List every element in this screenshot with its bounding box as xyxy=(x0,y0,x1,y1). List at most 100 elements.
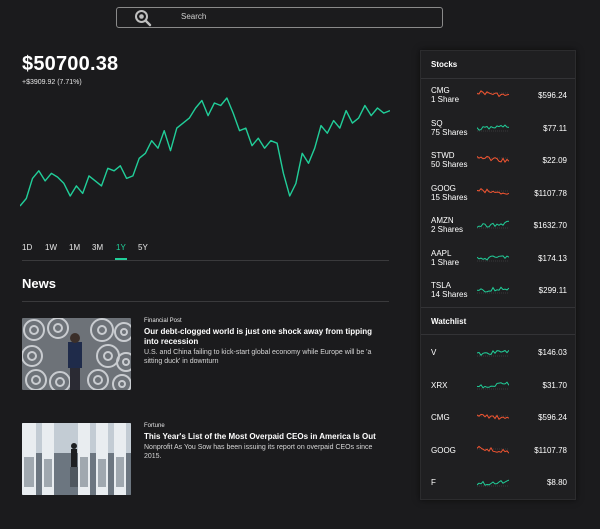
news-summary: U.S. and China failing to kick-start glo… xyxy=(144,349,372,365)
sparkline-chart xyxy=(476,254,510,261)
search-placeholder[interactable]: Search xyxy=(181,12,206,21)
stock-row-tsla[interactable]: TSLA 14 Shares $299.11 xyxy=(421,276,575,306)
watchlist-symbol: GOOG xyxy=(431,445,456,455)
sparkline-chart xyxy=(476,380,510,389)
stock-symbol: SQ xyxy=(431,118,443,128)
search-bar[interactable]: Search xyxy=(116,7,443,28)
stock-price: $77.11 xyxy=(543,123,567,133)
stock-shares: 1 Share xyxy=(431,257,460,267)
stock-symbol: TSLA xyxy=(431,281,452,290)
stock-row-amzn[interactable]: AMZN 2 Shares $1632.70 xyxy=(421,211,575,241)
stock-symbol-shares: AMZN 2 Shares xyxy=(431,216,463,234)
news-thumbnail[interactable] xyxy=(22,423,131,495)
watchlist-row-cmg[interactable]: CMG $596.24 xyxy=(421,403,575,433)
sparkline xyxy=(476,88,510,102)
sparkline-line xyxy=(476,187,510,195)
sparkline xyxy=(476,186,510,200)
sparkline xyxy=(476,283,510,297)
sidebar: Stocks CMG 1 Share $596.24 SQ 75 Shares $77.1… xyxy=(420,50,576,500)
range-tab-3m[interactable]: 3M xyxy=(92,243,103,252)
stock-symbol: AMZN xyxy=(431,216,454,225)
stock-symbol: AAPL xyxy=(431,248,452,258)
news-headline[interactable]: This Year's List of the Most Overpaid CE… xyxy=(144,432,384,442)
news-heading: News xyxy=(22,276,56,291)
sparkline-chart xyxy=(476,413,510,420)
watchlist-price: $596.24 xyxy=(538,413,567,422)
news-source: Financial Post xyxy=(144,318,182,324)
sparkline xyxy=(476,444,510,458)
sparkline-line xyxy=(476,286,510,293)
news-headline[interactable]: Our debt-clogged world is just one shock… xyxy=(144,327,384,347)
sparkline-line xyxy=(476,413,510,420)
sparkline-line xyxy=(476,380,510,388)
news-thumbnail[interactable] xyxy=(22,318,131,390)
range-tab-5y[interactable]: 5Y xyxy=(138,243,148,252)
stock-price: $1107.78 xyxy=(534,188,567,198)
watchlist-row-goog[interactable]: GOOG $1107.78 xyxy=(421,436,575,466)
stock-symbol: CMG xyxy=(431,86,450,95)
stock-symbol-shares: AAPL 1 Share xyxy=(431,249,459,267)
sparkline-line xyxy=(476,220,510,228)
watchlist-price: $146.03 xyxy=(538,348,567,357)
range-tab-1d[interactable]: 1D xyxy=(22,243,32,252)
stock-shares: 75 Shares xyxy=(431,127,468,137)
range-tab-1m[interactable]: 1M xyxy=(69,243,80,252)
watchlist-symbol: V xyxy=(431,348,437,357)
stock-price: $1632.70 xyxy=(533,221,567,230)
portfolio-chart[interactable] xyxy=(20,92,390,212)
watchlist-row-f[interactable]: F $8.80 xyxy=(421,468,575,498)
stock-symbol-shares: GOOG 15 Shares xyxy=(431,184,467,202)
watchlist-symbol: CMG xyxy=(431,413,450,422)
watchlist-row-xrx[interactable]: XRX $31.70 xyxy=(421,371,575,401)
stock-shares: 1 Share xyxy=(431,95,460,104)
sparkline-line xyxy=(476,155,510,164)
news-source: Fortune xyxy=(144,423,165,429)
range-tab-1y[interactable]: 1Y xyxy=(115,243,127,260)
watchlist-header: Watchlist xyxy=(421,307,575,335)
watchlist-title: Watchlist xyxy=(431,317,467,326)
stock-symbol: GOOG xyxy=(431,183,456,193)
sparkline-chart xyxy=(476,123,510,131)
sparkline-line xyxy=(476,445,510,454)
stock-price: $22.09 xyxy=(542,156,567,165)
watchlist-row-v[interactable]: V $146.03 xyxy=(421,338,575,368)
stock-symbol-shares: STWD 50 Shares xyxy=(431,151,467,169)
stock-price: $299.11 xyxy=(538,286,567,295)
stock-row-cmg[interactable]: CMG 1 Share $596.24 xyxy=(421,81,575,111)
sparkline-chart xyxy=(476,187,510,195)
sparkline-chart xyxy=(476,286,510,294)
time-range-tabs: 1D 1W 1M 3M 1Y 5Y xyxy=(22,243,389,261)
stock-shares: 2 Shares xyxy=(431,225,464,234)
watchlist-price: $8.80 xyxy=(546,478,567,487)
stock-row-aapl[interactable]: AAPL 1 Share $174.13 xyxy=(421,244,575,274)
watchlist-symbol: F xyxy=(431,478,436,487)
stock-shares: 15 Shares xyxy=(431,192,468,202)
stock-row-stwd[interactable]: STWD 50 Shares $22.09 xyxy=(421,146,575,176)
watchlist-price: $31.70 xyxy=(542,380,567,390)
sparkline-chart xyxy=(476,220,510,229)
portfolio-series-line xyxy=(20,97,390,207)
sparkline xyxy=(476,251,510,265)
range-tab-1w[interactable]: 1W xyxy=(45,243,57,252)
sparkline xyxy=(476,379,510,393)
news-divider xyxy=(22,301,389,302)
stock-price: $596.24 xyxy=(538,91,567,100)
stock-row-goog[interactable]: GOOG 15 Shares $1107.78 xyxy=(421,179,575,209)
sparkline-line xyxy=(476,349,510,356)
sparkline-chart xyxy=(476,479,510,487)
stocks-title: Stocks xyxy=(431,60,458,69)
news-item[interactable]: Fortune This Year's List of the Most Ove… xyxy=(22,423,389,498)
sparkline xyxy=(476,218,510,232)
stock-row-sq[interactable]: SQ 75 Shares $77.11 xyxy=(421,114,575,144)
stock-symbol: STWD xyxy=(431,151,455,160)
sparkline-line xyxy=(476,254,510,261)
news-item[interactable]: Financial Post Our debt-clogged world is… xyxy=(22,318,389,393)
sparkline xyxy=(476,346,510,360)
sparkline-chart xyxy=(476,349,510,357)
watchlist-symbol: XRX xyxy=(431,380,448,390)
sparkline xyxy=(476,121,510,135)
news-summary: Nonprofit As You Sow has been issuing it… xyxy=(144,444,373,460)
sparkline-chart xyxy=(476,445,510,454)
sparkline-line xyxy=(476,479,510,486)
stock-symbol-shares: TSLA 14 Shares xyxy=(431,281,467,299)
